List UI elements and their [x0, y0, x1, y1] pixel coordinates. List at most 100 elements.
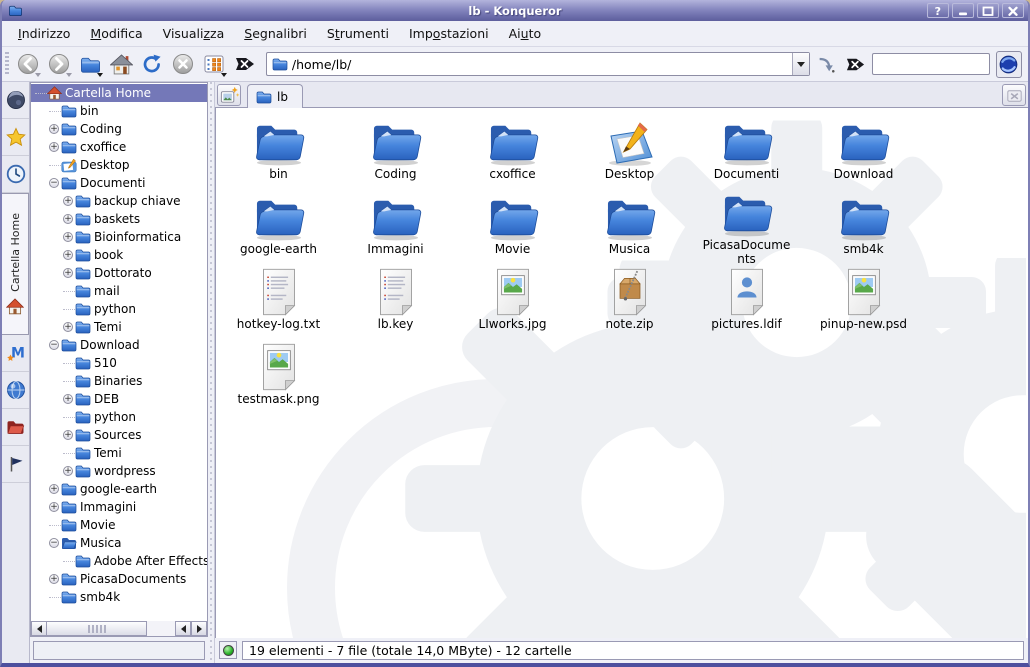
close-tab-button[interactable] — [1002, 84, 1026, 106]
file-smb4k[interactable]: smb4k — [805, 189, 922, 264]
tree-item-dottorato[interactable]: +Dottorato — [31, 264, 207, 282]
tab-lb[interactable]: lb — [247, 84, 303, 108]
clear-search-button[interactable] — [842, 50, 870, 79]
expander-plus-icon[interactable]: + — [63, 250, 73, 260]
tree-item-bin[interactable]: bin — [31, 102, 207, 120]
home-button[interactable] — [107, 50, 136, 79]
tree-item-picasadocuments[interactable]: +PicasaDocuments — [31, 570, 207, 588]
expander-minus-icon[interactable]: − — [49, 340, 59, 350]
file-hotkey-log-txt[interactable]: hotkey-log.txt — [220, 264, 337, 339]
expander-minus-icon[interactable]: − — [49, 178, 59, 188]
tree-item-binaries[interactable]: Binaries — [31, 372, 207, 390]
menu-strumenti[interactable]: Strumenti — [317, 23, 399, 44]
expander-plus-icon[interactable]: + — [49, 484, 59, 494]
tree-item-baskets[interactable]: +baskets — [31, 210, 207, 228]
file-lb-key[interactable]: lb.key — [337, 264, 454, 339]
expander-plus-icon[interactable]: + — [63, 268, 73, 278]
file-picasadocuments[interactable]: PicasaDocuments — [688, 189, 805, 264]
tree-item-immagini[interactable]: +Immagini — [31, 498, 207, 516]
stop-button[interactable] — [169, 50, 198, 79]
sidebar-panel-root-folder[interactable] — [2, 409, 29, 446]
menu-segnalibri[interactable]: Segnalibri — [234, 23, 317, 44]
sidebar-panel-bookmarks[interactable] — [2, 119, 29, 156]
file-google-earth[interactable]: google-earth — [220, 189, 337, 264]
new-tab-button[interactable] — [217, 84, 241, 106]
file-immagini[interactable]: Immagini — [337, 189, 454, 264]
expander-plus-icon[interactable]: + — [63, 214, 73, 224]
file-view[interactable]: binCodingcxofficeDesktopDocumentiDownloa… — [215, 108, 1028, 638]
tree-horizontal-scrollbar[interactable] — [30, 621, 208, 637]
tree-item-deb[interactable]: +DEB — [31, 390, 207, 408]
expander-plus-icon[interactable]: + — [63, 196, 73, 206]
file-bin[interactable]: bin — [220, 114, 337, 189]
icon-view-mode-button[interactable] — [200, 50, 229, 79]
back-button[interactable] — [14, 50, 43, 79]
file-musica[interactable]: Musica — [571, 189, 688, 264]
tree-item-coding[interactable]: +Coding — [31, 120, 207, 138]
scroll-right-button[interactable] — [191, 621, 207, 636]
clear-location-button[interactable] — [231, 50, 260, 79]
tree-item-backup-chiave[interactable]: +backup chiave — [31, 192, 207, 210]
search-engine-button[interactable] — [996, 51, 1022, 78]
expander-plus-icon[interactable]: + — [63, 322, 73, 332]
tree-item-movie[interactable]: Movie — [31, 516, 207, 534]
expander-plus-icon[interactable]: + — [49, 574, 59, 584]
file-pinup-new-psd[interactable]: pinup-new.psd — [805, 264, 922, 339]
window-minimize-button[interactable] — [952, 3, 974, 18]
sidebar-panel-history[interactable] — [2, 156, 29, 193]
tree-item-python[interactable]: python — [31, 300, 207, 318]
tree-item-cartella-home[interactable]: Cartella Home — [31, 84, 207, 102]
tree-item-bioinformatica[interactable]: +Bioinformatica — [31, 228, 207, 246]
tree-item-temi[interactable]: +Temi — [31, 318, 207, 336]
forward-button[interactable] — [45, 50, 74, 79]
expander-plus-icon[interactable]: + — [63, 430, 73, 440]
titlebar[interactable]: lb - Konqueror — [2, 0, 1028, 21]
tree-item-mail[interactable]: mail — [31, 282, 207, 300]
tree-item-cxoffice[interactable]: +cxoffice — [31, 138, 207, 156]
location-input[interactable] — [292, 57, 792, 72]
file-liworks-jpg[interactable]: LIworks.jpg — [454, 264, 571, 339]
tree-item-smb4k[interactable]: smb4k — [31, 588, 207, 606]
scroll-left-button-2[interactable] — [175, 621, 191, 636]
expander-plus-icon[interactable]: + — [49, 502, 59, 512]
reload-button[interactable] — [138, 50, 167, 79]
menu-visualizza[interactable]: Visualizza — [153, 23, 235, 44]
file-coding[interactable]: Coding — [337, 114, 454, 189]
file-pictures-ldif[interactable]: pictures.ldif — [688, 264, 805, 339]
tree-item-musica[interactable]: −Musica — [31, 534, 207, 552]
tree-item-google-earth[interactable]: +google-earth — [31, 480, 207, 498]
tree-item-adobe-after-effects-7[interactable]: Adobe After Effects 7 — [31, 552, 207, 570]
search-input[interactable] — [872, 53, 990, 75]
location-dropdown-button[interactable] — [792, 53, 809, 75]
menu-modifica[interactable]: Modifica — [80, 23, 152, 44]
sidebar-panel-metabar[interactable] — [2, 335, 29, 372]
tree-item-temi[interactable]: Temi — [31, 444, 207, 462]
expander-plus-icon[interactable]: + — [49, 142, 59, 152]
expander-plus-icon[interactable]: + — [63, 232, 73, 242]
go-button[interactable] — [812, 50, 840, 79]
sidebar-panel-home-folder[interactable]: Cartella Home — [2, 193, 29, 335]
expander-plus-icon[interactable]: + — [49, 124, 59, 134]
tree-item-documenti[interactable]: −Documenti — [31, 174, 207, 192]
menu-aiuto[interactable]: Aiuto — [499, 23, 552, 44]
file-movie[interactable]: Movie — [454, 189, 571, 264]
window-maximize-button[interactable] — [977, 3, 999, 18]
sidebar-panel-web-sidebar[interactable] — [2, 82, 29, 119]
expander-plus-icon[interactable]: + — [63, 466, 73, 476]
tree-item-sources[interactable]: +Sources — [31, 426, 207, 444]
tree-item-510[interactable]: 510 — [31, 354, 207, 372]
file-desktop[interactable]: Desktop — [571, 114, 688, 189]
file-documenti[interactable]: Documenti — [688, 114, 805, 189]
tree-item-wordpress[interactable]: +wordpress — [31, 462, 207, 480]
window-close-button[interactable] — [1002, 3, 1024, 18]
tree-item-desktop[interactable]: Desktop — [31, 156, 207, 174]
file-cxoffice[interactable]: cxoffice — [454, 114, 571, 189]
panel-splitter[interactable] — [208, 82, 215, 663]
menu-impostazioni[interactable]: Impostazioni — [399, 23, 499, 44]
file-testmask-png[interactable]: testmask.png — [220, 339, 337, 414]
tree-item-python[interactable]: python — [31, 408, 207, 426]
window-help-button[interactable] — [927, 3, 949, 18]
sidebar-panel-network[interactable] — [2, 372, 29, 409]
location-bar[interactable] — [266, 52, 810, 76]
expander-plus-icon[interactable]: + — [63, 394, 73, 404]
